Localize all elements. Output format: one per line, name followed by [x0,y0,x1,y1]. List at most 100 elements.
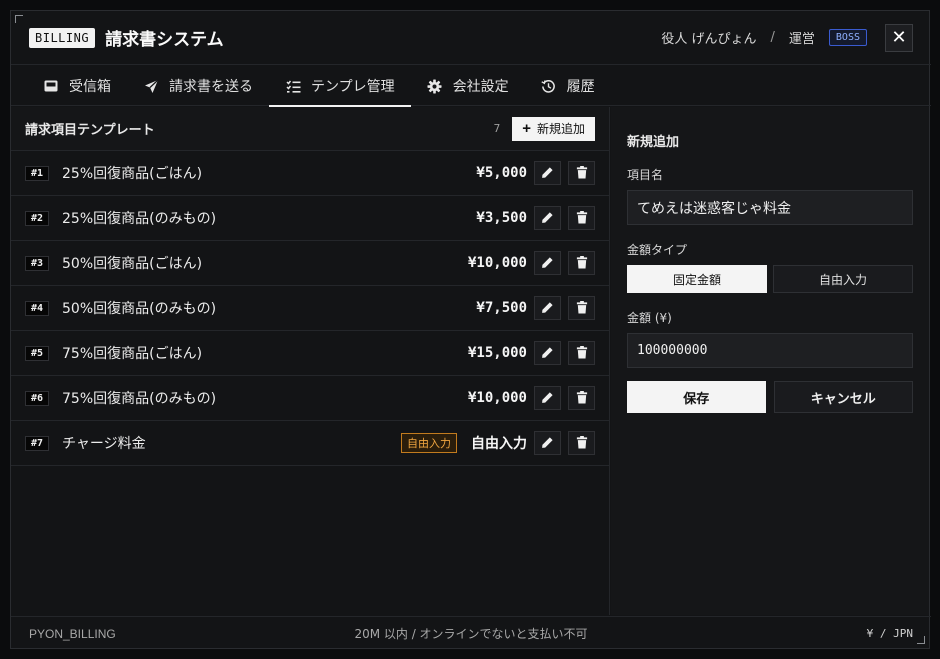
template-list-panel: 請求項目テンプレート 7 + 新規追加 #1 25%回復商品(ごはん) ¥5,0… [11,107,610,615]
tab-inbox[interactable]: 受信箱 [11,66,127,106]
template-row[interactable]: #5 75%回復商品(ごはん) ¥15,000 [11,331,609,376]
cancel-button[interactable]: キャンセル [773,381,913,413]
user-area: 役人 げんぴょん / 運営 BOSS [661,28,867,47]
row-price: ¥10,000 [467,255,527,271]
template-row[interactable]: #1 25%回復商品(ごはん) ¥5,000 [11,151,609,196]
template-row[interactable]: #2 25%回復商品(のみもの) ¥3,500 [11,196,609,241]
tab-history[interactable]: 履歴 [525,66,611,106]
free-input-option[interactable]: 自由入力 [773,265,913,293]
pencil-icon [541,164,554,183]
edit-button[interactable] [534,206,561,230]
trash-icon [576,299,588,318]
row-number: #6 [25,390,49,406]
user-separator: / [770,30,775,45]
row-name: 25%回復商品(ごはん) [62,166,203,182]
row-number: #4 [25,300,49,316]
amount-label: 金額 (¥) [627,311,672,325]
pencil-icon [541,299,554,318]
send-icon [143,78,159,94]
delete-button[interactable] [568,206,595,230]
billing-window: BILLING 請求書システム 役人 げんぴょん / 運営 BOSS ✕ 受信箱… [10,10,931,650]
app-title: 請求書システム [105,30,224,50]
tab-company-settings[interactable]: 会社設定 [411,66,525,106]
row-actions: ¥5,000 [467,161,595,185]
edit-button[interactable] [534,251,561,275]
edit-button[interactable] [534,296,561,320]
user-name: 役人 げんぴょん [661,32,757,47]
tab-bar: 受信箱 請求書を送る テンプレ管理 会社設定 履歴 [11,66,931,107]
template-row[interactable]: #6 75%回復商品(のみもの) ¥10,000 [11,376,609,421]
edit-button[interactable] [534,431,561,455]
pencil-icon [541,389,554,408]
save-button[interactable]: 保存 [627,381,766,413]
row-price: 自由入力 [471,436,527,452]
add-new-label: 新規追加 [536,122,585,136]
role-badge: BOSS [828,29,867,46]
template-row[interactable]: #3 50%回復商品(ごはん) ¥10,000 [11,241,609,286]
row-actions: ¥10,000 [467,386,595,410]
inbox-icon [43,78,59,94]
footer-notice: 20M 以内 / オンラインでないと支払い不可 [354,627,588,641]
gear-icon [427,78,443,94]
footer-app-id: PYON_BILLING [29,626,116,641]
delete-button[interactable] [568,161,595,185]
edit-button[interactable] [534,386,561,410]
free-input-tag: 自由入力 [401,433,457,453]
row-actions: ¥7,500 [467,296,595,320]
template-count: 7 [493,122,501,135]
pencil-icon [541,344,554,363]
list-header: 請求項目テンプレート 7 + 新規追加 [11,107,609,151]
delete-button[interactable] [568,431,595,455]
row-number: #3 [25,255,49,271]
amount-type-label: 金額タイプ [627,243,688,257]
row-number: #5 [25,345,49,361]
edit-button[interactable] [534,341,561,365]
tab-send-invoice[interactable]: 請求書を送る [127,66,269,106]
footer-locale: ¥ / JPN [866,627,913,640]
row-actions: ¥3,500 [467,206,595,230]
template-row[interactable]: #7 チャージ料金 自由入力 自由入力 [11,421,609,466]
row-price: ¥10,000 [467,390,527,406]
trash-icon [576,164,588,183]
list-check-icon [285,78,301,94]
row-name: チャージ料金 [62,436,146,452]
template-row[interactable]: #4 50%回復商品(のみもの) ¥7,500 [11,286,609,331]
row-name: 50%回復商品(のみもの) [62,301,217,317]
close-button[interactable]: ✕ [885,23,913,52]
row-name: 75%回復商品(ごはん) [62,346,203,362]
tab-label: 会社設定 [452,79,509,95]
delete-button[interactable] [568,386,595,410]
row-number: #7 [25,435,49,451]
pencil-icon [541,434,554,453]
delete-button[interactable] [568,296,595,320]
form-actions: 保存 キャンセル [627,381,913,413]
row-price: ¥7,500 [476,300,527,316]
close-icon: ✕ [891,27,907,48]
edit-button[interactable] [534,161,561,185]
trash-icon [576,254,588,273]
row-number: #1 [25,165,49,181]
trash-icon [576,344,588,363]
row-number: #2 [25,210,49,226]
item-name-input[interactable]: てめえは迷惑客じゃ料金 [627,190,913,225]
item-name-label: 項目名 [627,168,664,182]
add-new-button[interactable]: + 新規追加 [512,116,595,141]
trash-icon [576,434,588,453]
amount-input[interactable]: 100000000 [627,333,913,368]
delete-button[interactable] [568,251,595,275]
delete-button[interactable] [568,341,595,365]
row-actions: 自由入力 自由入力 [401,431,595,455]
history-icon [541,78,557,94]
row-price: ¥15,000 [467,345,527,361]
status-footer: PYON_BILLING 20M 以内 / オンラインでないと支払い不可 ¥ /… [11,616,931,650]
row-actions: ¥10,000 [467,251,595,275]
list-title: 請求項目テンプレート [25,123,155,138]
pencil-icon [541,254,554,273]
row-price: ¥3,500 [476,210,527,226]
trash-icon [576,389,588,408]
fixed-amount-option[interactable]: 固定金額 [627,265,767,293]
user-role: 運営 [788,32,815,47]
plus-icon: + [522,120,531,137]
tab-label: 履歴 [566,79,595,95]
tab-template-management[interactable]: テンプレ管理 [269,66,411,107]
